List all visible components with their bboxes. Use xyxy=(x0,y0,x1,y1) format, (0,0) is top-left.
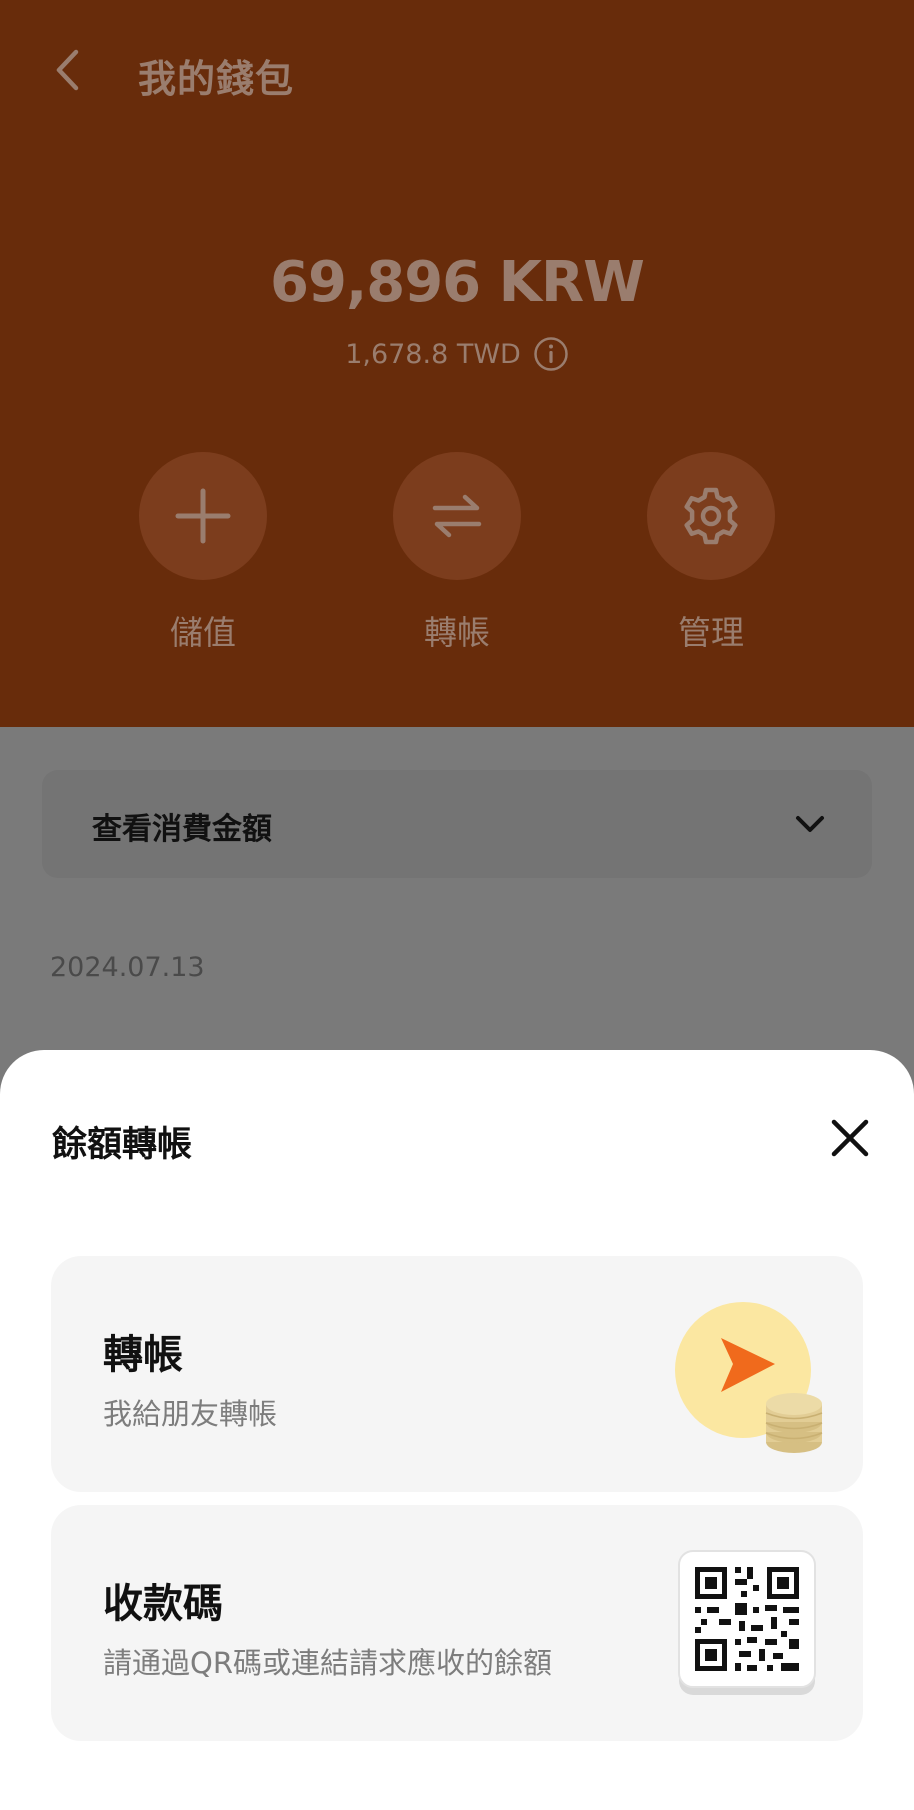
close-icon[interactable] xyxy=(826,1114,874,1162)
wallet-header: 我的錢包 69,896 KRW 1,678.8 TWD 儲值 轉帳 管理 xyxy=(0,0,914,727)
balance-amount: 69,896 KRW xyxy=(270,250,645,315)
qr-code-icon xyxy=(678,1550,816,1695)
transfer-action[interactable]: 轉帳 xyxy=(392,452,522,654)
chevron-down-icon xyxy=(796,816,824,832)
history-date: 2024.07.13 xyxy=(50,952,205,983)
balance-converted: 1,678.8 TWD xyxy=(345,338,521,370)
topup-button[interactable] xyxy=(139,452,267,580)
page-title: 我的錢包 xyxy=(138,57,295,101)
transfer-arrows-icon xyxy=(432,494,482,538)
transfer-option-card[interactable]: 轉帳 我給朋友轉帳 xyxy=(51,1256,863,1492)
topup-label: 儲值 xyxy=(170,613,236,652)
chevron-left-icon xyxy=(56,49,79,91)
qr-option-description: 請通過QR碼或連結請求應收的餘額 xyxy=(103,1646,552,1680)
manage-label: 管理 xyxy=(678,613,744,652)
transfer-button[interactable] xyxy=(393,452,521,580)
spending-label: 查看消費金額 xyxy=(92,812,272,847)
transfer-option-description: 我給朋友轉帳 xyxy=(103,1397,278,1431)
gear-icon xyxy=(684,487,738,545)
qr-option-title: 收款碼 xyxy=(103,1581,223,1627)
balance-converted-row: 1,678.8 TWD xyxy=(0,336,914,372)
manage-button[interactable] xyxy=(647,452,775,580)
back-button[interactable] xyxy=(48,46,88,94)
topup-action[interactable]: 儲值 xyxy=(138,452,268,654)
spending-dropdown[interactable]: 查看消費金額 xyxy=(42,770,872,878)
transfer-bottom-sheet: 餘額轉帳 轉帳 我給朋友轉帳 收款碼 請通過QR碼或連結請求應收的餘額 xyxy=(0,1050,914,1810)
transfer-label: 轉帳 xyxy=(424,613,490,652)
plus-icon xyxy=(175,488,231,544)
transfer-option-title: 轉帳 xyxy=(103,1332,183,1378)
sheet-title: 餘額轉帳 xyxy=(52,1125,193,1165)
send-coins-icon xyxy=(675,1302,823,1453)
qr-receive-option-card[interactable]: 收款碼 請通過QR碼或連結請求應收的餘額 xyxy=(51,1505,863,1741)
info-icon[interactable] xyxy=(533,336,569,372)
manage-action[interactable]: 管理 xyxy=(646,452,776,654)
